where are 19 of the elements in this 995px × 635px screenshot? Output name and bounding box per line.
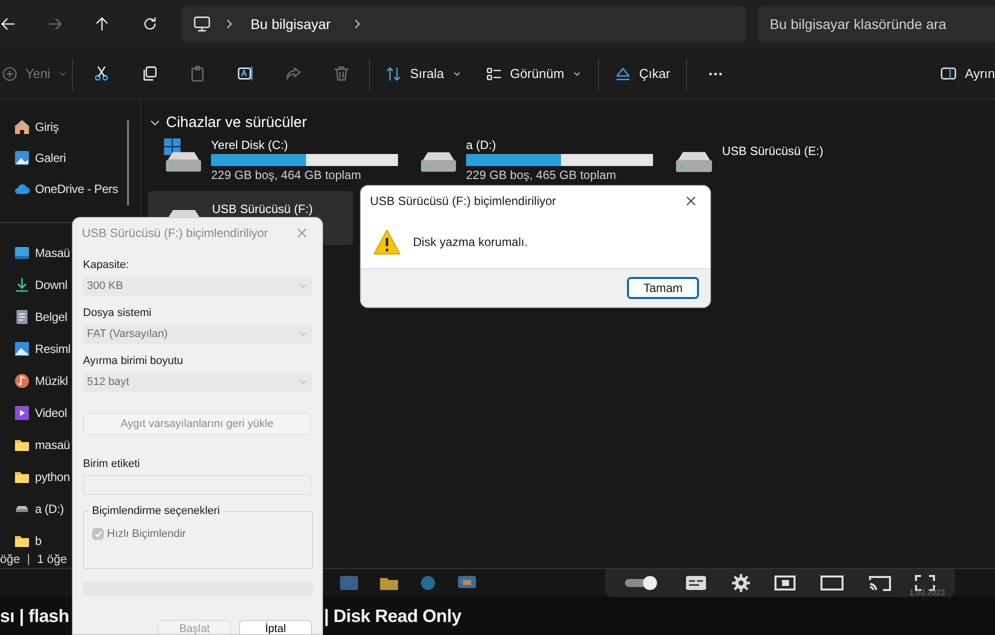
field-label: Birim etiketi bbox=[83, 457, 141, 471]
status-text: öğe bbox=[0, 553, 20, 565]
drive-name: a (D:) bbox=[466, 138, 497, 152]
message-text: Disk yazma korumalı. bbox=[413, 234, 528, 251]
group-title: Biçimlendirme seçenekleri bbox=[89, 504, 223, 518]
video-title: sı | flash bbox=[0, 606, 70, 626]
video-title: | Disk Read Only bbox=[324, 604, 462, 628]
field-label: Ayırma birimi boyutu bbox=[83, 354, 184, 368]
dialog-title: USB Sürücüsü (F:) biçimlendiriliyor bbox=[370, 193, 558, 210]
drive-name: USB Sürücüsü (E:) bbox=[722, 144, 824, 158]
drive-name: USB Sürücüsü (F:) bbox=[212, 202, 313, 216]
dialog-title: USB Sürücüsü (F:) biçimlendiriliyor bbox=[82, 225, 270, 242]
drive-detail: 229 GB boş, 464 GB toplam bbox=[211, 168, 362, 182]
taskbar-date: 1.03.2023 bbox=[909, 588, 945, 597]
status-text: 1 öğe bbox=[37, 553, 68, 565]
drive-detail: 229 GB boş, 465 GB toplam bbox=[466, 168, 618, 182]
drive-name: Yerel Disk (C:) bbox=[211, 138, 289, 152]
field-label: Kapasite: bbox=[83, 258, 130, 272]
field-label: Dosya sistemi bbox=[83, 306, 152, 320]
